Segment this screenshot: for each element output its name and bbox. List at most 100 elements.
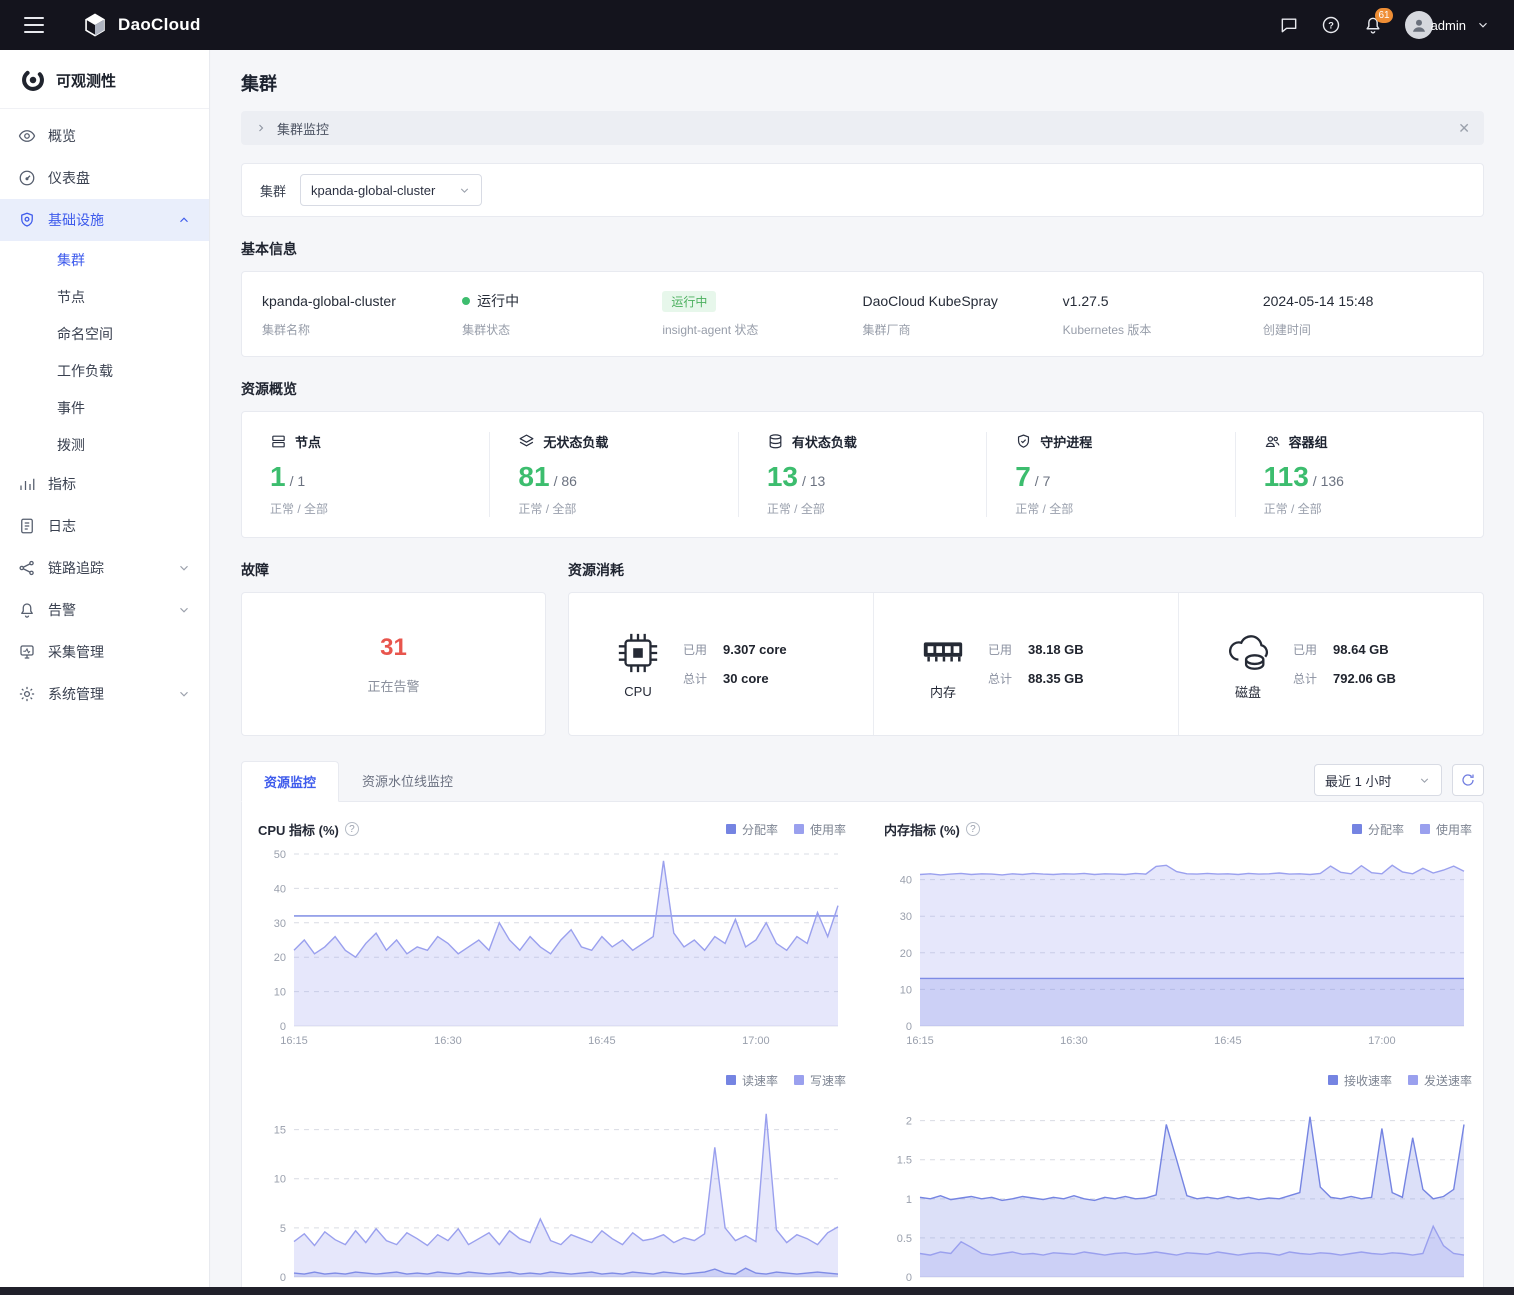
- overview-daemonset: 守护进程 7/ 7 正常 / 全部: [987, 432, 1235, 517]
- overview-stateless: 无状态负载 81/ 86 正常 / 全部: [490, 432, 738, 517]
- help-icon[interactable]: ?: [1321, 15, 1341, 35]
- cpu-chart[interactable]: 0102030405016:1516:3016:4517:00: [258, 844, 846, 1055]
- stateful-workload-icon: [767, 433, 784, 450]
- eye-icon: [18, 127, 36, 145]
- sidebar-item-namespace[interactable]: 命名空间: [0, 315, 209, 352]
- svg-text:10: 10: [274, 987, 286, 999]
- memory-chart[interactable]: 01020304016:1516:3016:4517:00: [884, 844, 1472, 1055]
- status-dot: [462, 297, 470, 305]
- help-icon[interactable]: ?: [966, 822, 980, 836]
- daemon-icon: [1015, 433, 1032, 450]
- basic-field-created-at: 2024-05-14 15:48 创建时间: [1263, 290, 1463, 338]
- sidebar-item-logs[interactable]: 日志: [0, 505, 209, 547]
- memory-icon: [920, 628, 966, 674]
- svg-text:16:45: 16:45: [588, 1035, 616, 1047]
- menu-icon[interactable]: [24, 17, 44, 33]
- sidebar-item-alerts[interactable]: 告警: [0, 589, 209, 631]
- cluster-select-card: 集群 kpanda-global-cluster: [241, 163, 1484, 217]
- infrastructure-icon: [18, 211, 36, 229]
- sidebar-item-event[interactable]: 事件: [0, 389, 209, 426]
- resource-overview-title: 资源概览: [241, 379, 1484, 399]
- basic-field-cluster-name: kpanda-global-cluster 集群名称: [262, 290, 462, 338]
- pods-icon: [1264, 433, 1281, 450]
- time-range-select[interactable]: 最近 1 小时: [1314, 764, 1442, 796]
- cpu-chart-title: CPU 指标 (%): [258, 820, 339, 839]
- chevron-down-icon: [177, 561, 191, 575]
- sidebar-item-infrastructure[interactable]: 基础设施: [0, 199, 209, 241]
- svg-text:16:15: 16:15: [906, 1035, 934, 1047]
- disk-rate-chart[interactable]: 05101516:1516:3016:4517:00: [258, 1095, 846, 1287]
- daocloud-logo-icon: [82, 12, 108, 38]
- sidebar-item-collection[interactable]: 采集管理: [0, 631, 209, 673]
- tab-waterline-monitor[interactable]: 资源水位线监控: [339, 760, 476, 801]
- chevron-down-icon: [1418, 774, 1431, 787]
- sidebar-item-system[interactable]: 系统管理: [0, 673, 209, 715]
- basic-field-vendor: DaoCloud KubeSpray 集群厂商: [863, 290, 1063, 338]
- svg-text:20: 20: [274, 952, 286, 964]
- help-icon[interactable]: ?: [345, 822, 359, 836]
- svg-text:0.5: 0.5: [897, 1233, 912, 1245]
- disk-consumption: 磁盘 已用98.64 GB 总计792.06 GB: [1179, 593, 1483, 735]
- network-rate-chart[interactable]: 00.511.5216:1516:3016:4517:00: [884, 1095, 1472, 1287]
- svg-text:16:30: 16:30: [434, 1035, 462, 1047]
- svg-text:30: 30: [900, 911, 912, 923]
- chevron-down-icon: [1476, 18, 1490, 32]
- sidebar-item-label: 链路追踪: [48, 558, 104, 578]
- memory-consumption: 内存 已用38.18 GB 总计88.35 GB: [874, 593, 1179, 735]
- page-title: 集群: [241, 70, 1484, 96]
- svg-text:16:45: 16:45: [1214, 1035, 1242, 1047]
- sidebar-item-label: 采集管理: [48, 642, 104, 662]
- user-name: admin: [1431, 18, 1466, 33]
- chevron-down-icon: [177, 603, 191, 617]
- cpu-chart-cell: CPU 指标 (%) ? 分配率使用率 0102030405016:1516:3…: [258, 814, 846, 1055]
- svg-text:40: 40: [900, 875, 912, 887]
- status-badge: 运行中: [662, 291, 716, 312]
- disk-icon: [1225, 628, 1271, 674]
- overview-pods: 容器组 113/ 136 正常 / 全部: [1236, 432, 1483, 517]
- basic-field-cluster-status: 运行中 集群状态: [462, 290, 662, 338]
- sidebar-item-dashboard[interactable]: 仪表盘: [0, 157, 209, 199]
- node-icon: [270, 433, 287, 450]
- product-header: 可观测性: [0, 50, 209, 109]
- resource-overview-card: 节点 1/ 1 正常 / 全部 无状态负载 81/ 86 正常 / 全部 有状态…: [241, 411, 1484, 538]
- tab-resource-monitor[interactable]: 资源监控: [241, 761, 339, 802]
- sidebar-item-node[interactable]: 节点: [0, 278, 209, 315]
- basic-info-title: 基本信息: [241, 239, 1484, 259]
- overview-nodes: 节点 1/ 1 正常 / 全部: [242, 432, 490, 517]
- sidebar-item-metrics[interactable]: 指标: [0, 463, 209, 505]
- topbar: DaoCloud ? 61 admin: [0, 0, 1514, 50]
- sidebar-item-overview[interactable]: 概览: [0, 115, 209, 157]
- chevron-right-icon[interactable]: [255, 122, 267, 134]
- refresh-button[interactable]: [1452, 764, 1484, 796]
- brand[interactable]: DaoCloud: [82, 12, 201, 38]
- sidebar-item-label: 系统管理: [48, 684, 104, 704]
- sidebar-item-tracing[interactable]: 链路追踪: [0, 547, 209, 589]
- consumption-card: CPU 已用9.307 core 总计30 core 内存 已用38.18 GB…: [568, 592, 1484, 736]
- svg-text:0: 0: [906, 1021, 912, 1033]
- sidebar-item-probe[interactable]: 拨测: [0, 426, 209, 463]
- sidebar-nav: 概览 仪表盘 基础设施 集群 节点 命名空间 工作负载 事件 拨测 指标 日志 …: [0, 109, 209, 715]
- cluster-select[interactable]: kpanda-global-cluster: [300, 174, 482, 206]
- sidebar-item-label: 概览: [48, 126, 76, 146]
- bell-icon: [18, 601, 36, 619]
- svg-text:?: ?: [1328, 20, 1334, 30]
- svg-text:16:15: 16:15: [280, 1035, 308, 1047]
- close-icon[interactable]: ✕: [1458, 120, 1470, 137]
- svg-text:15: 15: [274, 1125, 286, 1137]
- stateless-workload-icon: [518, 433, 535, 450]
- notification-bell-icon[interactable]: 61: [1363, 15, 1383, 35]
- avatar: [1405, 11, 1433, 39]
- basic-field-k8s-version: v1.27.5 Kubernetes 版本: [1063, 290, 1263, 338]
- sidebar-item-cluster[interactable]: 集群: [0, 241, 209, 278]
- basic-info-card: kpanda-global-cluster 集群名称 运行中 集群状态 运行中 …: [241, 271, 1484, 357]
- svg-text:10: 10: [274, 1174, 286, 1186]
- sidebar-item-workload[interactable]: 工作负载: [0, 352, 209, 389]
- chat-icon[interactable]: [1279, 15, 1299, 35]
- svg-text:17:00: 17:00: [742, 1035, 770, 1047]
- svg-text:16:30: 16:30: [1060, 1035, 1088, 1047]
- user-menu[interactable]: admin: [1405, 11, 1490, 39]
- network-rate-chart-cell: 接收速率发送速率 00.511.5216:1516:3016:4517:00: [884, 1065, 1472, 1287]
- cpu-icon: [615, 630, 661, 676]
- overview-stateful: 有状态负载 13/ 13 正常 / 全部: [739, 432, 987, 517]
- sidebar: 可观测性 概览 仪表盘 基础设施 集群 节点 命名空间 工作负载 事件 拨测 指…: [0, 50, 210, 1287]
